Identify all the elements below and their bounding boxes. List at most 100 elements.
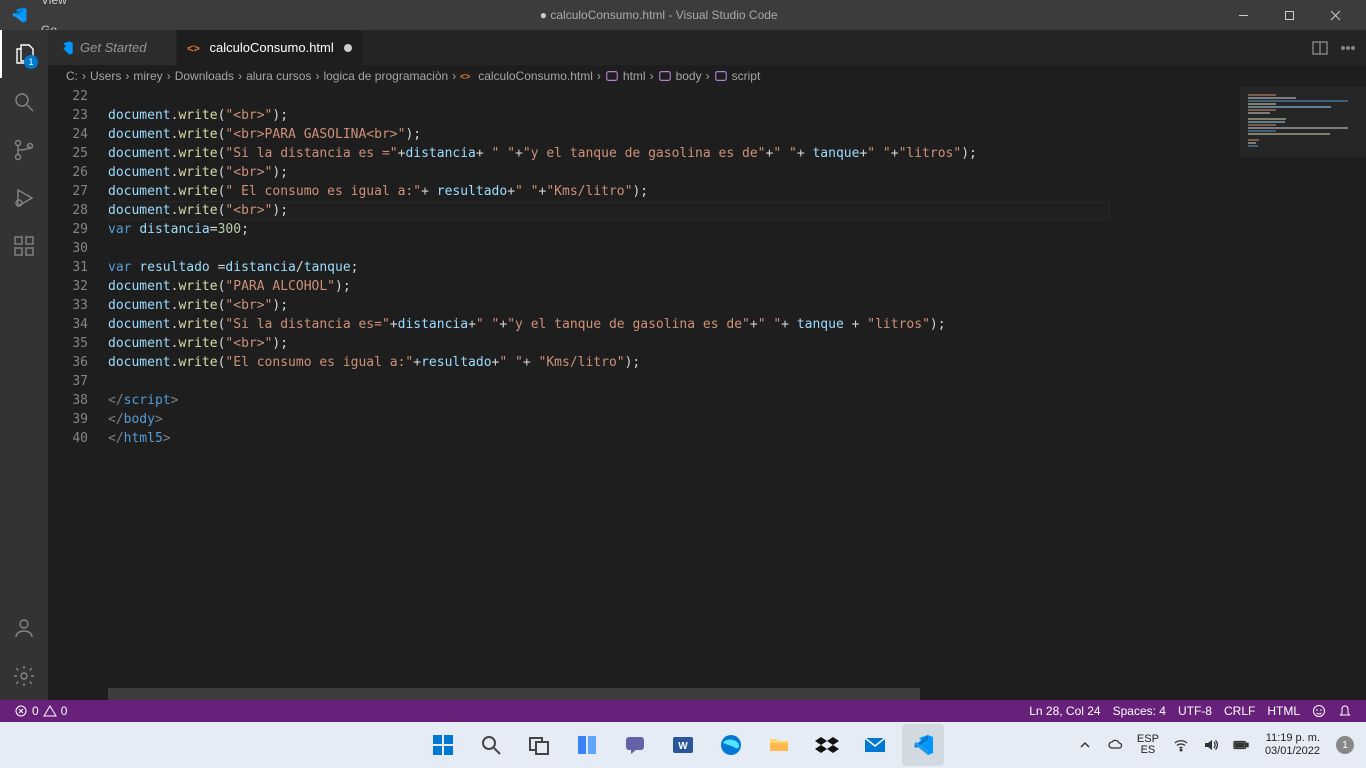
tab-get-started[interactable]: Get Started — [48, 30, 177, 65]
minimap[interactable] — [1240, 87, 1366, 700]
status-eol[interactable]: CRLF — [1218, 700, 1261, 722]
code-line[interactable]: var resultado =distancia/tanque; — [108, 258, 1240, 277]
accounts-button[interactable] — [0, 604, 48, 652]
chevron-right-icon: › — [706, 69, 710, 83]
breadcrumb-item[interactable]: body — [656, 69, 704, 83]
code-line[interactable]: document.write(" El consumo es igual a:"… — [108, 182, 1240, 201]
settings-button[interactable] — [0, 652, 48, 700]
status-notifications[interactable] — [1332, 700, 1358, 722]
code-line[interactable]: document.write("<br>"); — [108, 163, 1240, 182]
html-file-icon: <> — [460, 69, 474, 83]
tray-onedrive[interactable] — [1103, 737, 1127, 753]
code-line[interactable]: document.write("<br>"); — [108, 334, 1240, 353]
status-errors[interactable]: 0 0 — [8, 700, 73, 722]
account-icon — [12, 616, 36, 640]
vscode-taskbar-button[interactable] — [902, 724, 944, 766]
tray-volume[interactable] — [1199, 737, 1223, 753]
code-line[interactable] — [108, 372, 1240, 391]
code-line[interactable]: document.write("<br>PARA GASOLINA<br>"); — [108, 125, 1240, 144]
wifi-icon — [1173, 737, 1189, 753]
tray-clock[interactable]: 11:19 p. m. 03/01/2022 — [1259, 732, 1326, 758]
cloud-icon — [1107, 737, 1123, 753]
task-view-button[interactable] — [518, 724, 560, 766]
edge-button[interactable] — [710, 724, 752, 766]
code-line[interactable]: document.write("PARA ALCOHOL"); — [108, 277, 1240, 296]
breadcrumb-item[interactable]: <>calculoConsumo.html — [458, 69, 595, 83]
folder-icon — [767, 733, 791, 757]
more-actions-icon[interactable] — [1340, 40, 1356, 56]
tab-label: calculoConsumo.html — [209, 40, 333, 55]
tray-notifications[interactable]: 1 — [1332, 736, 1358, 754]
file-explorer-button[interactable] — [758, 724, 800, 766]
start-button[interactable] — [422, 724, 464, 766]
feedback-icon — [1312, 704, 1326, 718]
dropbox-button[interactable] — [806, 724, 848, 766]
breadcrumb-item[interactable]: logica de programaciòn — [321, 69, 450, 83]
code-line[interactable]: var distancia=300; — [108, 220, 1240, 239]
breadcrumb-item[interactable]: html — [603, 69, 648, 83]
modified-dot-icon: ● — [540, 8, 547, 22]
code-line[interactable]: document.write("Si la distancia es="+dis… — [108, 315, 1240, 334]
tray-wifi[interactable] — [1169, 737, 1193, 753]
code-line[interactable] — [108, 87, 1240, 106]
editor-body[interactable]: 22232425262728293031323334353637383940 d… — [48, 87, 1366, 700]
code-line[interactable]: </html5> — [108, 429, 1240, 448]
explorer-tab[interactable]: 1 — [0, 30, 48, 78]
task-view-icon — [527, 733, 551, 757]
run-debug-tab[interactable] — [0, 174, 48, 222]
edge-icon — [719, 733, 743, 757]
code-line[interactable]: document.write("<br>"); — [108, 296, 1240, 315]
maximize-button[interactable] — [1266, 0, 1312, 30]
html-file-icon: <> — [187, 40, 203, 56]
code-line[interactable] — [108, 239, 1240, 258]
clock-date: 03/01/2022 — [1265, 745, 1320, 758]
symbol-icon — [658, 69, 672, 83]
code-content[interactable]: document.write("<br>");document.write("<… — [108, 87, 1240, 700]
status-language[interactable]: HTML — [1261, 700, 1306, 722]
status-encoding[interactable]: UTF-8 — [1172, 700, 1218, 722]
status-indentation[interactable]: Spaces: 4 — [1107, 700, 1172, 722]
tab-actions — [1302, 40, 1366, 56]
breadcrumb-item[interactable]: Users — [88, 69, 123, 83]
chevron-right-icon: › — [650, 69, 654, 83]
tray-language[interactable]: ESP ES — [1133, 734, 1163, 756]
source-control-tab[interactable] — [0, 126, 48, 174]
code-line[interactable]: </script> — [108, 391, 1240, 410]
menu-view[interactable]: View — [34, 0, 97, 15]
code-line[interactable]: document.write("<br>"); — [108, 201, 1240, 220]
code-line[interactable]: document.write("Si la distancia es ="+di… — [108, 144, 1240, 163]
code-line[interactable]: document.write("El consumo es igual a:"+… — [108, 353, 1240, 372]
breadcrumb-item[interactable]: mirey — [131, 69, 164, 83]
editor-area: Get Started <> calculoConsumo.html C: › User… — [48, 30, 1366, 700]
minimize-button[interactable] — [1220, 0, 1266, 30]
modified-dot-icon — [344, 44, 352, 52]
tab-calculoconsumo-html[interactable]: <> calculoConsumo.html — [177, 30, 362, 65]
mail-button[interactable] — [854, 724, 896, 766]
search-tab[interactable] — [0, 78, 48, 126]
widgets-button[interactable] — [566, 724, 608, 766]
word-button[interactable]: W — [662, 724, 704, 766]
extensions-tab[interactable] — [0, 222, 48, 270]
extensions-icon — [12, 234, 36, 258]
code-line[interactable]: document.write("<br>"); — [108, 106, 1240, 125]
taskbar-search[interactable] — [470, 724, 512, 766]
teams-button[interactable] — [614, 724, 656, 766]
breadcrumb-item[interactable]: C: — [64, 69, 80, 83]
status-feedback[interactable] — [1306, 700, 1332, 722]
horizontal-scrollbar[interactable] — [108, 688, 1236, 700]
activity-bar: 1 — [0, 30, 48, 700]
breadcrumb-item[interactable]: alura cursos — [244, 69, 313, 83]
search-icon — [479, 733, 503, 757]
tray-expand[interactable] — [1073, 737, 1097, 753]
tray-battery[interactable] — [1229, 737, 1253, 753]
split-editor-icon[interactable] — [1312, 40, 1328, 56]
status-cursor-position[interactable]: Ln 28, Col 24 — [1023, 700, 1106, 722]
horizontal-scroll-thumb[interactable] — [108, 688, 920, 700]
code-line[interactable]: </body> — [108, 410, 1240, 429]
close-button[interactable] — [1312, 0, 1358, 30]
breadcrumb-item[interactable]: script — [712, 69, 763, 83]
tab-bar: Get Started <> calculoConsumo.html — [48, 30, 1366, 65]
breadcrumb-item[interactable]: Downloads — [173, 69, 236, 83]
notification-count: 1 — [1336, 736, 1354, 754]
chevron-right-icon: › — [167, 69, 171, 83]
